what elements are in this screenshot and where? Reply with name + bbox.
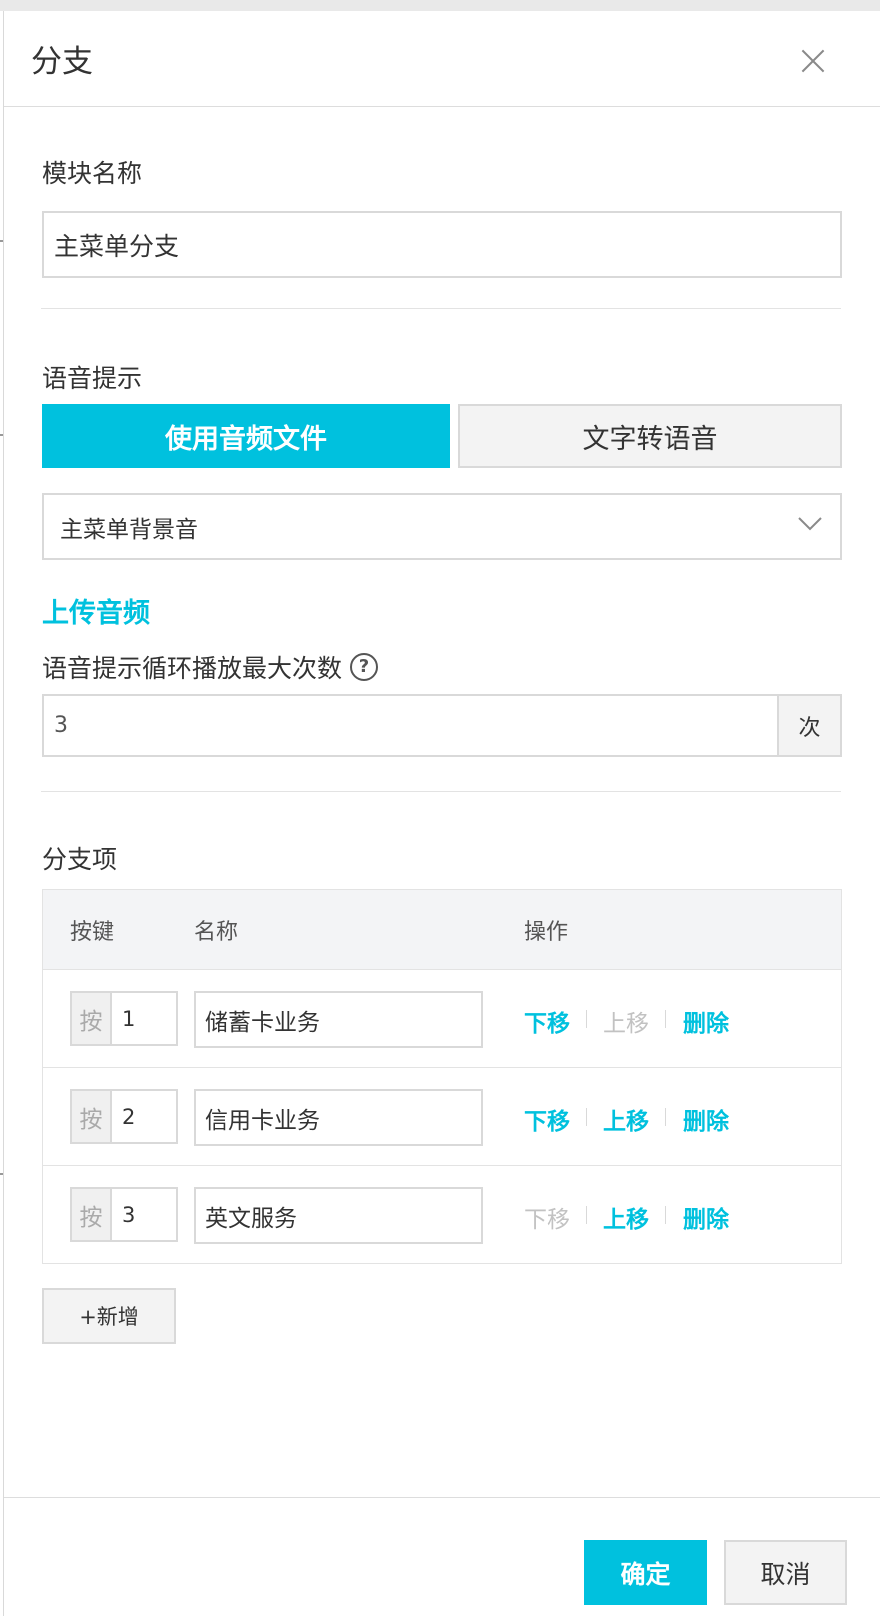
close-icon[interactable] (799, 47, 827, 75)
branch-items-label: 分支项 (42, 845, 118, 874)
key-prefix: 按 (70, 991, 112, 1046)
key-input[interactable]: 1 (110, 991, 178, 1046)
move-up-link[interactable]: 上移 (603, 1102, 649, 1136)
table-row: 按 2 信用卡业务 下移 上移 删除 (43, 1068, 841, 1166)
table-row: 按 1 储蓄卡业务 下移 上移 删除 (43, 970, 841, 1068)
move-up-link: 上移 (603, 1011, 649, 1037)
module-name-label: 模块名称 (42, 159, 143, 188)
delete-link[interactable]: 删除 (683, 1200, 729, 1234)
action-separator (665, 1108, 666, 1126)
column-header-key: 按键 (70, 920, 115, 945)
audio-file-select[interactable]: 主菜单背景音 (42, 493, 842, 560)
action-separator (586, 1206, 587, 1224)
dialog-footer: 确定 取消 (4, 1497, 880, 1616)
backdrop-tick (0, 1173, 3, 1175)
branch-name-input[interactable]: 信用卡业务 (194, 1089, 483, 1146)
action-separator (665, 1206, 666, 1224)
loop-count-input[interactable]: 3 (42, 694, 777, 757)
move-down-link[interactable]: 下移 (524, 1102, 570, 1136)
move-down-link: 下移 (524, 1207, 570, 1233)
loop-count-label: 语音提示循环播放最大次数? (42, 653, 379, 685)
voice-prompt-label: 语音提示 (42, 364, 143, 393)
delete-link[interactable]: 删除 (683, 1102, 729, 1136)
action-separator (665, 1010, 666, 1028)
branch-name-input[interactable]: 储蓄卡业务 (194, 991, 483, 1048)
dialog-title: 分支 (31, 44, 93, 80)
section-divider (41, 791, 841, 792)
tab-text-to-speech[interactable]: 文字转语音 (458, 404, 842, 468)
move-up-link[interactable]: 上移 (603, 1200, 649, 1234)
delete-link[interactable]: 删除 (683, 1004, 729, 1038)
move-down-link[interactable]: 下移 (524, 1004, 570, 1038)
cancel-button[interactable]: 取消 (724, 1540, 847, 1605)
help-icon[interactable]: ? (350, 653, 379, 681)
loop-count-label-text: 语音提示循环播放最大次数 (42, 654, 343, 683)
module-name-input[interactable]: 主菜单分支 (42, 211, 842, 278)
branch-name-input[interactable]: 英文服务 (194, 1187, 483, 1244)
column-header-actions: 操作 (524, 920, 569, 945)
section-divider (41, 308, 841, 309)
column-header-name: 名称 (194, 920, 239, 945)
key-prefix: 按 (70, 1187, 112, 1242)
loop-count-unit: 次 (777, 694, 842, 757)
chevron-down-icon (798, 517, 822, 531)
branch-dialog: 分支 模块名称 主菜单分支 语音提示 使用音频文件 文字转语音 主菜单背景音 上… (4, 11, 880, 1616)
top-strip (0, 0, 880, 11)
confirm-button[interactable]: 确定 (584, 1540, 707, 1605)
key-input[interactable]: 2 (110, 1089, 178, 1144)
tab-use-audio-file[interactable]: 使用音频文件 (42, 404, 450, 468)
table-header: 按键 名称 操作 (43, 890, 841, 970)
backdrop-tick (0, 434, 3, 436)
table-row: 按 3 英文服务 下移 上移 删除 (43, 1166, 841, 1264)
upload-audio-link[interactable]: 上传音频 (42, 591, 150, 630)
branch-items-table: 按键 名称 操作 按 1 储蓄卡业务 下移 上移 删除 按 2 信用卡业务 下移… (42, 889, 842, 1264)
key-prefix: 按 (70, 1089, 112, 1144)
action-separator (586, 1010, 587, 1028)
action-separator (586, 1108, 587, 1126)
key-input[interactable]: 3 (110, 1187, 178, 1242)
add-branch-button[interactable]: +新增 (42, 1288, 176, 1344)
audio-file-select-value: 主菜单背景音 (60, 516, 198, 543)
backdrop-tick (0, 240, 3, 242)
dialog-header: 分支 (4, 11, 880, 107)
